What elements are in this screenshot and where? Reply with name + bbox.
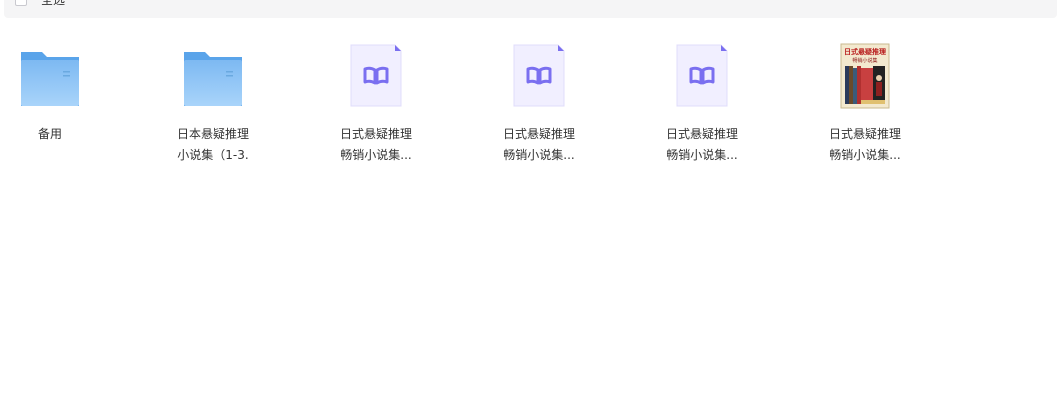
file-name-line1: 日式悬疑推理 <box>502 127 575 141</box>
book-icon <box>505 42 573 110</box>
folder-icon <box>179 42 247 110</box>
file-name: 日式悬疑推理 畅销小说集... <box>815 124 915 166</box>
file-name-line2: 畅销小说集... <box>503 148 575 162</box>
toolbar: 全选 <box>4 0 1057 18</box>
file-name: 日式悬疑推理 畅销小说集... <box>652 124 752 166</box>
folder-icon <box>16 42 84 110</box>
book-icon <box>342 42 410 110</box>
file-name-line2: 小说集（1-3. <box>177 148 249 162</box>
select-all-checkbox[interactable] <box>15 0 27 6</box>
cover-title-line1: 日式悬疑推理 <box>844 47 886 56</box>
book-icon <box>668 42 736 110</box>
file-name-line1: 日式悬疑推理 <box>665 127 738 141</box>
file-name: 日本悬疑推理 小说集（1-3. <box>163 124 263 166</box>
select-all-label[interactable]: 全选 <box>41 0 65 6</box>
file-name-line1: 日式悬疑推理 <box>339 127 412 141</box>
file-name: 日式悬疑推理 畅销小说集... <box>326 124 426 166</box>
cover-title-line2: 畅销小说集 <box>852 57 877 64</box>
file-name-line1: 日式悬疑推理 <box>828 127 901 141</box>
file-name-line2: 畅销小说集... <box>340 148 412 162</box>
file-grid: 备用 日本悬疑推理 小说集（1-3. 日式悬疑推理 畅销小说集... 日式悬疑推… <box>0 38 1057 178</box>
select-all-control[interactable]: 全选 <box>15 0 65 6</box>
file-name-line1: 备用 <box>37 127 62 141</box>
file-name-line2: 畅销小说集... <box>666 148 738 162</box>
file-name-line1: 日本悬疑推理 <box>176 127 249 141</box>
file-name-line2: 畅销小说集... <box>829 148 901 162</box>
book-cover-thumbnail: 日式悬疑推理 畅销小说集 <box>831 42 899 110</box>
file-name: 备用 <box>0 124 100 145</box>
file-name: 日式悬疑推理 畅销小说集... <box>489 124 589 166</box>
